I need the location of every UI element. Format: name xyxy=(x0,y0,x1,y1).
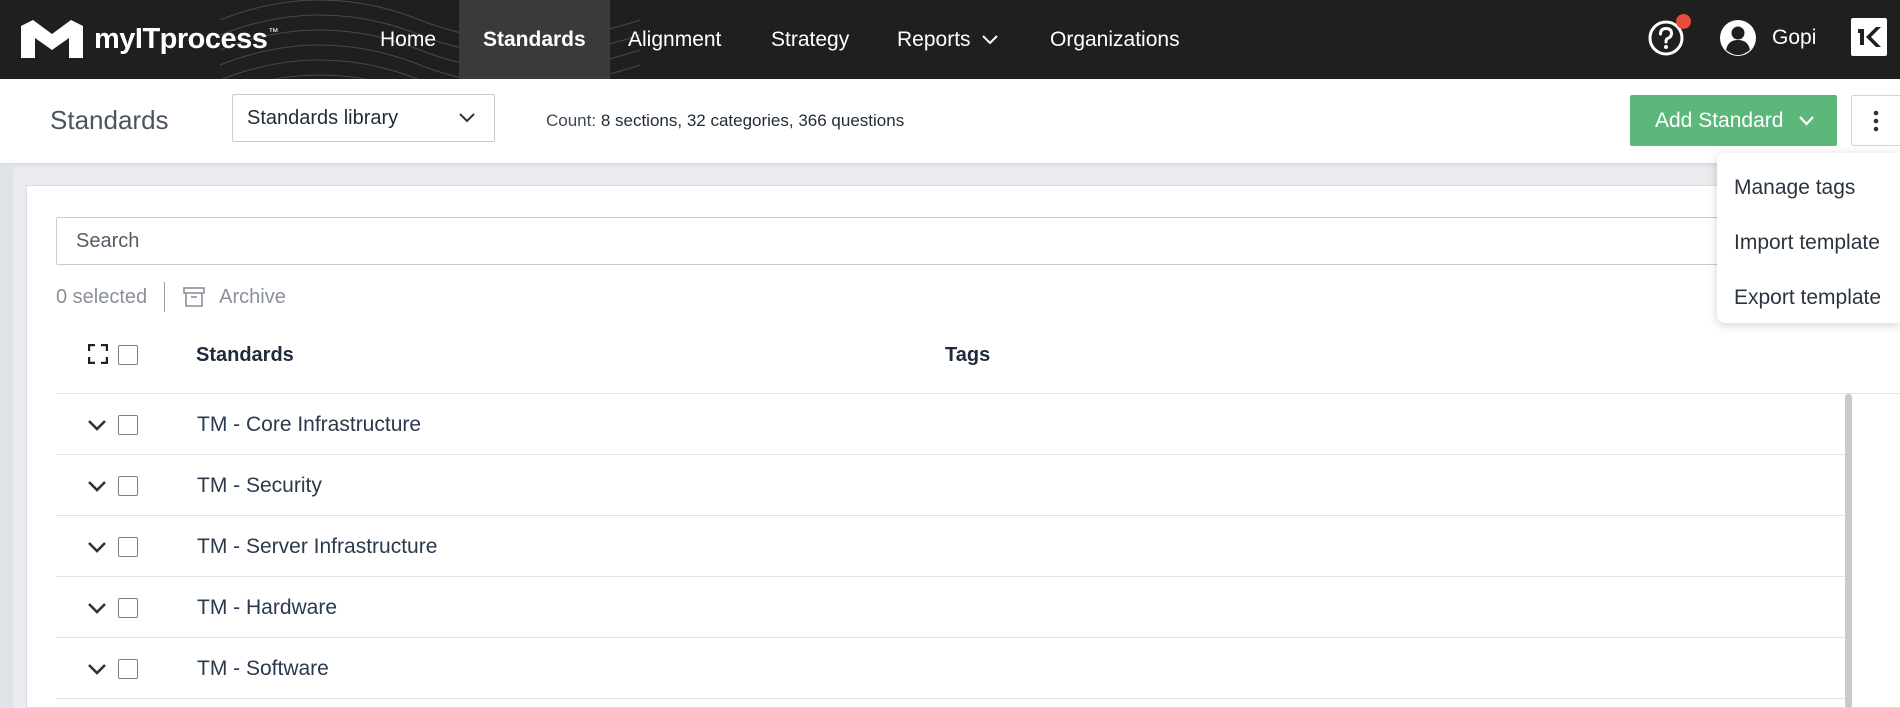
table-row[interactable]: TM - Software xyxy=(56,638,1846,699)
archive-icon xyxy=(183,287,205,307)
user-avatar-icon xyxy=(1720,20,1756,56)
kebab-menu-icon xyxy=(1873,110,1879,131)
table-row[interactable]: TM - Server Infrastructure xyxy=(56,516,1846,577)
user-menu[interactable]: Gopi xyxy=(1719,18,1816,58)
menu-item-import-template[interactable]: Import template xyxy=(1717,218,1900,273)
select-all-checkbox[interactable] xyxy=(118,345,138,365)
chevron-down-icon[interactable] xyxy=(87,663,107,676)
count-value: 8 sections, 32 categories, 366 questions xyxy=(600,111,905,130)
chevron-down-icon[interactable] xyxy=(87,480,107,493)
row-checkbox[interactable] xyxy=(118,537,138,557)
expand-all-icon[interactable] xyxy=(88,344,108,364)
nav-alignment[interactable]: Alignment xyxy=(604,0,745,79)
add-standard-label: Add Standard xyxy=(1655,108,1784,132)
row-checkbox[interactable] xyxy=(118,476,138,496)
toolbar-divider xyxy=(164,282,166,312)
nav-reports-label: Reports xyxy=(897,28,971,51)
trademark: ™ xyxy=(268,26,278,38)
chevron-down-icon xyxy=(981,34,998,44)
more-options-menu: Manage tags Import template Export templ… xyxy=(1717,153,1900,323)
menu-item-export-template[interactable]: Export template xyxy=(1717,273,1900,328)
nav-organizations-label: Organizations xyxy=(1050,28,1180,51)
table-body: TM - Core Infrastructure TM - Security T… xyxy=(56,394,1846,708)
nav-home-label: Home xyxy=(380,28,437,51)
user-name: Gopi xyxy=(1772,26,1817,49)
standard-name[interactable]: TM - Security xyxy=(197,474,322,498)
standards-library-select[interactable]: Standards library xyxy=(232,94,495,142)
add-standard-button[interactable]: Add Standard xyxy=(1630,95,1837,146)
more-options-button[interactable] xyxy=(1851,95,1900,146)
chevron-down-icon[interactable] xyxy=(87,419,107,432)
count-label: Count: xyxy=(546,111,597,130)
standard-name[interactable]: TM - Server Infrastructure xyxy=(197,535,437,559)
nav-standards[interactable]: Standards xyxy=(459,0,610,79)
column-header-tags[interactable]: Tags xyxy=(945,344,990,367)
table-header: Standards Tags xyxy=(56,334,1900,394)
page-title: Standards xyxy=(50,105,169,135)
nav-home[interactable]: Home xyxy=(356,0,460,79)
help-button[interactable] xyxy=(1647,14,1691,57)
row-checkbox[interactable] xyxy=(118,659,138,679)
column-header-standards[interactable]: Standards xyxy=(196,344,294,367)
library-select-value: Standards library xyxy=(247,106,399,129)
search-input[interactable] xyxy=(56,217,1900,265)
page-header: Standards Standards library Count: 8 sec… xyxy=(0,79,1900,164)
kaseya-k-icon xyxy=(1858,27,1881,47)
table-row[interactable]: TM - Security xyxy=(56,455,1846,516)
menu-item-manage-tags[interactable]: Manage tags xyxy=(1717,163,1900,218)
table-scrollbar[interactable] xyxy=(1845,394,1852,708)
nav-strategy[interactable]: Strategy xyxy=(747,0,873,79)
table-row[interactable]: TM - Core Infrastructure xyxy=(56,394,1846,455)
archive-label: Archive xyxy=(219,285,286,308)
count-summary: Count: 8 sections, 32 categories, 366 qu… xyxy=(546,111,904,131)
notification-dot xyxy=(1676,14,1691,29)
chevron-down-icon[interactable] xyxy=(87,541,107,554)
row-checkbox[interactable] xyxy=(118,598,138,618)
nav-alignment-label: Alignment xyxy=(628,28,722,51)
standard-name[interactable]: TM - Hardware xyxy=(197,596,337,620)
top-navigation-bar: myITprocess™ Home Standards Alignment St… xyxy=(0,0,1900,79)
table-row[interactable]: TM - Hardware xyxy=(56,577,1846,638)
logo-m-icon xyxy=(21,20,83,58)
kaseya-logo[interactable] xyxy=(1851,18,1887,56)
standard-name[interactable]: TM - Core Infrastructure xyxy=(197,413,421,437)
selection-toolbar: 0 selected Archive xyxy=(56,282,286,312)
selected-count: 0 selected xyxy=(56,285,148,308)
app-name: myITprocess xyxy=(94,22,268,55)
archive-button[interactable]: Archive xyxy=(183,286,286,309)
chevron-down-icon xyxy=(459,113,475,123)
nav-standards-label: Standards xyxy=(483,28,586,51)
nav-organizations[interactable]: Organizations xyxy=(1026,0,1204,79)
standard-name[interactable]: TM - Software xyxy=(197,657,329,681)
nav-strategy-label: Strategy xyxy=(771,28,850,51)
row-checkbox[interactable] xyxy=(118,415,138,435)
chevron-down-icon[interactable] xyxy=(87,602,107,615)
nav-reports[interactable]: Reports xyxy=(873,0,1023,79)
chevron-down-icon xyxy=(1799,116,1814,126)
left-gutter xyxy=(0,164,13,708)
app-logo[interactable]: myITprocess™ xyxy=(19,18,278,60)
